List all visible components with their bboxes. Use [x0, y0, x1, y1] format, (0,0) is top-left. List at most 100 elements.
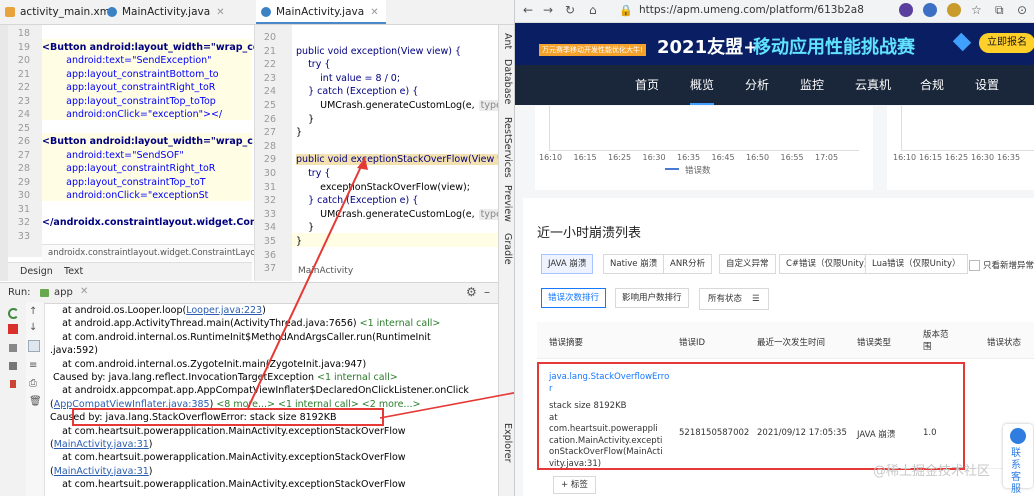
line-number: 34: [263, 222, 276, 234]
java-class-icon: [107, 7, 117, 17]
close-icon[interactable]: ✕: [80, 286, 88, 297]
only-new-checkbox[interactable]: [969, 260, 980, 271]
only-new-label: 只看新增异常: [983, 261, 1034, 271]
run-console-output[interactable]: at android.os.Looper.loop(Looper.java:22…: [50, 304, 496, 496]
crash-list-title: 近一小时崩溃列表: [537, 226, 642, 241]
close-icon[interactable]: ✕: [216, 7, 224, 18]
code-text: UMCrash.generateCustomLog(e,: [296, 208, 475, 220]
java-breadcrumb[interactable]: MainActivity: [298, 266, 353, 276]
tab-main-activity-java-left[interactable]: MainActivity.java ✕: [102, 0, 225, 24]
xml-code-line: 22 app:layout_constraintRight_toR: [8, 81, 215, 95]
side-tool-ant[interactable]: Ant: [502, 33, 513, 49]
console-line: Caused by: java.lang.reflect.InvocationT…: [50, 371, 496, 384]
pin-icon[interactable]: [10, 380, 16, 388]
crash-type-tab[interactable]: 自定义异常: [719, 254, 776, 274]
home-icon[interactable]: ⌂: [589, 3, 597, 17]
xml-code-line: 31: [8, 203, 42, 217]
header-error-type: 错误类型: [857, 338, 892, 348]
axis-line: [549, 150, 859, 151]
crash-type-tab[interactable]: Native 崩溃: [603, 254, 665, 274]
console-line: at com.heartsuit.powerapplication.MainAc…: [50, 425, 496, 438]
console-line: at androidx.appcompat.app.AppCompatViewI…: [50, 384, 496, 397]
extension-icon[interactable]: [899, 3, 913, 17]
forward-icon[interactable]: →: [543, 3, 553, 17]
nav-item[interactable]: 监控: [800, 65, 824, 105]
diamond-icon: [952, 32, 972, 52]
sort-by-users-button[interactable]: 影响用户数排行: [615, 288, 689, 308]
scroll-to-end-icon[interactable]: ≡: [29, 360, 37, 371]
side-tool-restservices[interactable]: RestServices: [502, 117, 513, 178]
line-number: 20: [263, 32, 276, 43]
console-text: at com.heartsuit.powerapplication.MainAc…: [50, 479, 406, 491]
extension-icon-3[interactable]: [947, 3, 961, 17]
signup-button[interactable]: 立即报名: [979, 33, 1034, 53]
side-tool-device-file-explorer[interactable]: Device File Explorer: [502, 423, 514, 496]
stacktrace-link[interactable]: Looper.java:223: [186, 305, 262, 316]
soft-wrap-icon[interactable]: [28, 340, 40, 352]
arrow-up-icon[interactable]: ↑: [29, 306, 37, 317]
nav-item[interactable]: 设置: [975, 65, 999, 105]
minimize-icon[interactable]: –: [484, 285, 490, 299]
android-studio-window: activity_main.xml MainActivity.java ✕ Mai…: [0, 0, 514, 496]
tab-design[interactable]: Design: [20, 266, 53, 277]
line-number: 31: [263, 181, 276, 193]
print-icon[interactable]: ⎙: [29, 378, 37, 389]
crash-type-tab[interactable]: ANR分析: [663, 254, 713, 274]
nav-item[interactable]: 概览: [690, 65, 715, 105]
close-icon[interactable]: ✕: [370, 7, 378, 18]
stacktrace-link[interactable]: MainActivity.java:31: [54, 439, 149, 450]
stop-icon[interactable]: [8, 324, 18, 334]
crash-type-tab[interactable]: Lua错误（仅限Unity）: [865, 254, 968, 274]
line-number: 33: [263, 208, 276, 220]
java-code-line: 31 exceptionStackOverFlow(view);: [254, 181, 470, 195]
java-code-line: 23 int value = 8 / 0;: [254, 72, 400, 86]
extension-icon-2[interactable]: [923, 3, 937, 17]
xml-breadcrumb[interactable]: androidx.constraintlayout.widget.Constra…: [42, 244, 258, 261]
header-version-range: 版本范围: [923, 330, 949, 352]
nav-item[interactable]: 分析: [745, 65, 769, 105]
code-text: }: [296, 222, 315, 234]
gear-icon[interactable]: ⚙: [466, 285, 477, 299]
tab-activity-main-xml[interactable]: activity_main.xml: [0, 0, 113, 24]
x-tick-label: 17:05: [815, 153, 839, 162]
promo-banner[interactable]: 万元赛季移动开发性能优化大牛! 2021友盟+ 移动应用性能挑战赛 立即报名: [515, 23, 1034, 65]
line-number: 29: [263, 154, 276, 166]
crash-type-tab[interactable]: JAVA 崩溃: [541, 254, 594, 274]
nav-item[interactable]: 云真机: [855, 65, 891, 105]
profile-icon[interactable]: ⊙: [1017, 3, 1027, 17]
x-tick-label: 16:10: [539, 153, 563, 162]
refresh-icon[interactable]: ↻: [565, 3, 575, 17]
collections-icon[interactable]: ⧉: [995, 3, 1004, 18]
x-tick-label: 16:30: [642, 153, 666, 162]
trash-icon[interactable]: 🗑: [29, 396, 42, 407]
banner-subtitle: 移动应用性能挑战赛: [753, 37, 915, 58]
add-tag-button[interactable]: + 标签: [553, 476, 596, 494]
internal-calls-fold[interactable]: <1 internal call>: [360, 318, 441, 329]
nav-item[interactable]: 合规: [920, 65, 944, 105]
customer-service-widget[interactable]: 联系客服: [1003, 424, 1033, 495]
nav-item[interactable]: 首页: [635, 65, 659, 105]
side-tool-preview[interactable]: Preview: [502, 185, 513, 222]
back-icon[interactable]: ←: [523, 3, 533, 17]
rerun-icon[interactable]: [8, 308, 19, 319]
bookmark-icon[interactable]: ☆: [971, 3, 982, 17]
header-last-time: 最近一次发生时间: [757, 338, 826, 348]
run-config-tab[interactable]: app: [54, 287, 73, 298]
code-text: }: [296, 113, 315, 125]
restore-layout-icon[interactable]: [9, 344, 17, 352]
side-tool-gradle[interactable]: Gradle: [502, 233, 513, 265]
xml-code-line: 21 app:layout_constraintBottom_to: [8, 68, 219, 82]
stacktrace-link[interactable]: MainActivity.java:31: [54, 466, 149, 477]
sort-by-count-button[interactable]: 错误次数排行: [541, 288, 607, 308]
x-tick-label: 16:35: [677, 153, 701, 162]
tab-text[interactable]: Text: [64, 266, 83, 277]
line-number: 29: [17, 176, 30, 188]
address-bar[interactable]: https://apm.umeng.com/platform/613b2a8: [639, 4, 864, 16]
side-tool-database[interactable]: Database: [502, 59, 513, 104]
arrow-down-icon[interactable]: ↓: [29, 322, 37, 333]
legend-label: 错误数: [685, 166, 711, 176]
status-filter[interactable]: 所有状态 ☰: [699, 288, 769, 310]
camera-icon[interactable]: [9, 362, 17, 370]
tab-main-activity-java-right[interactable]: MainActivity.java ✕: [256, 0, 386, 24]
internal-calls-fold[interactable]: <1 internal call>: [317, 372, 398, 383]
